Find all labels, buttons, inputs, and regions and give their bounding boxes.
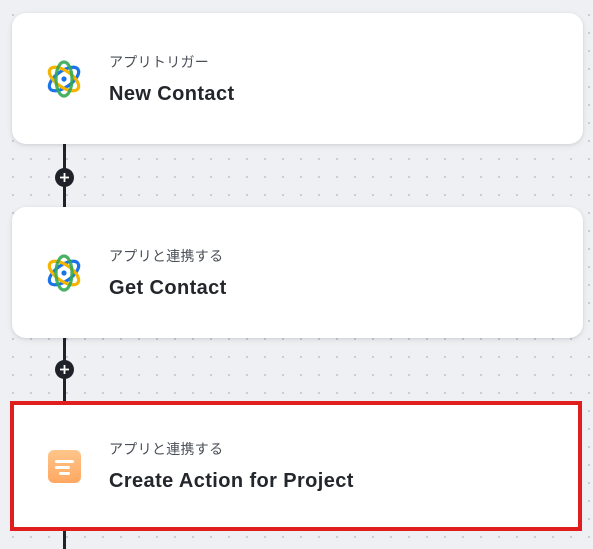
project-app-icon <box>44 446 84 486</box>
flow-step-card-selected[interactable]: アプリと連携する Create Action for Project <box>10 401 582 531</box>
flow-connector-line <box>63 530 66 549</box>
step-type-label: アプリトリガー <box>109 54 210 70</box>
add-step-button[interactable] <box>55 360 74 379</box>
step-title: Get Contact <box>109 277 227 299</box>
plus-icon <box>60 365 69 374</box>
app-orbit-icon <box>44 59 84 99</box>
flow-step-card[interactable]: アプリトリガー New Contact <box>12 13 583 144</box>
flow-step-card[interactable]: アプリと連携する Get Contact <box>12 207 583 338</box>
plus-icon <box>60 173 69 182</box>
step-type-label: アプリと連携する <box>109 248 224 264</box>
step-title: Create Action for Project <box>109 470 354 492</box>
app-orbit-icon <box>44 253 84 293</box>
add-step-button[interactable] <box>55 168 74 187</box>
step-title: New Contact <box>109 83 235 105</box>
step-type-label: アプリと連携する <box>109 441 224 457</box>
